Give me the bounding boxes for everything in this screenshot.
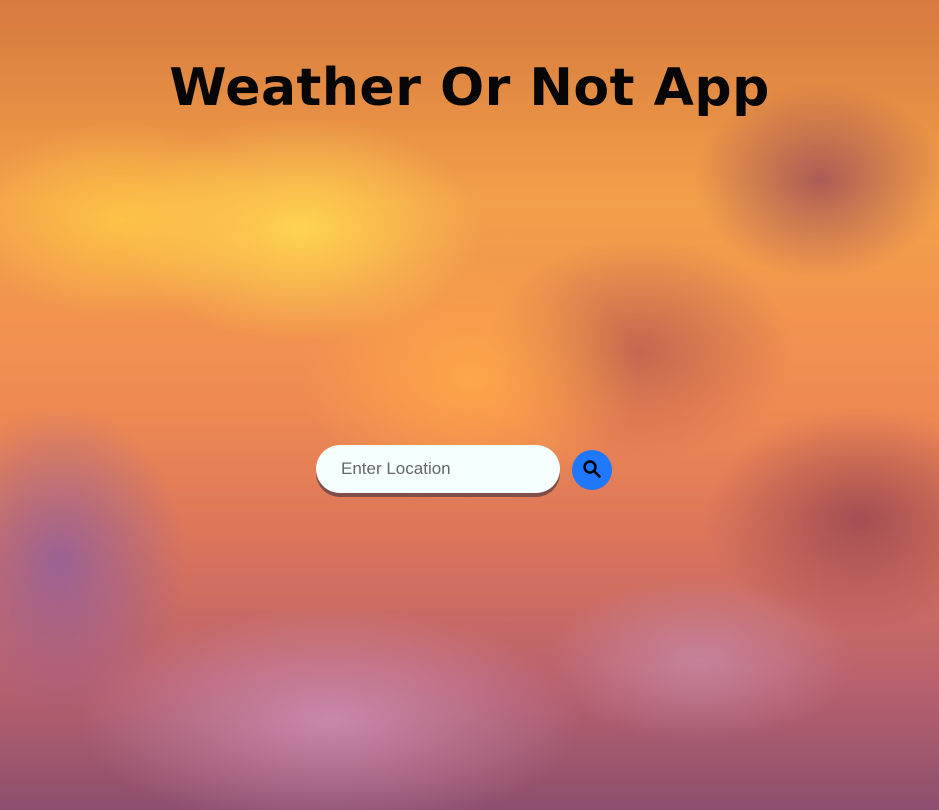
search-button[interactable] <box>572 450 612 490</box>
location-input[interactable] <box>316 445 560 493</box>
search-icon <box>582 459 602 482</box>
search-bar <box>316 445 616 497</box>
app-title: Weather Or Not App <box>169 58 770 118</box>
